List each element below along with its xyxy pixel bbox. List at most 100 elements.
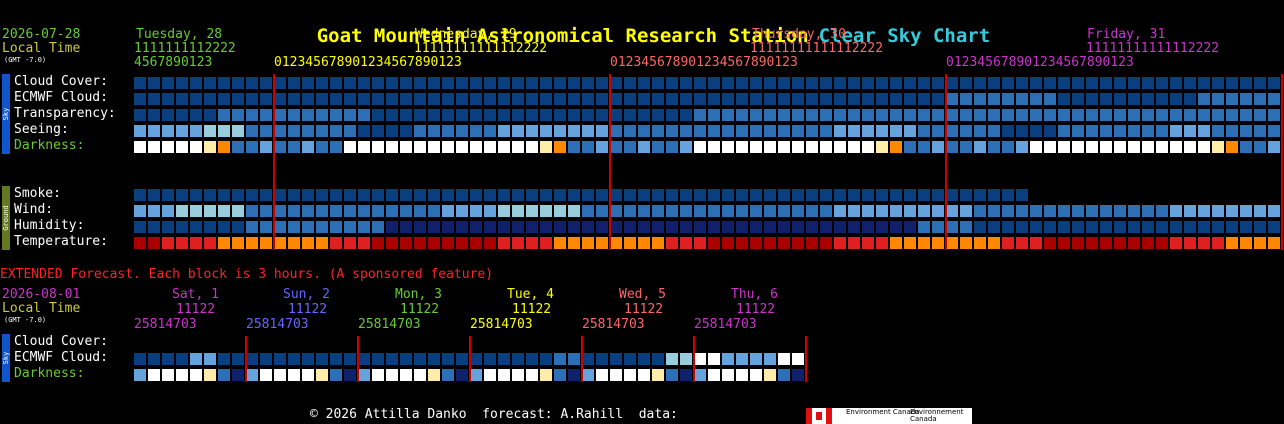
forecast-block bbox=[932, 141, 944, 153]
forecast-block bbox=[1058, 141, 1070, 153]
forecast-block bbox=[680, 221, 692, 233]
forecast-block bbox=[442, 141, 454, 153]
forecast-block bbox=[624, 221, 636, 233]
forecast-block bbox=[946, 109, 958, 121]
forecast-block bbox=[1184, 237, 1196, 249]
forecast-block bbox=[862, 221, 874, 233]
forecast-block bbox=[218, 77, 230, 89]
forecast-block bbox=[736, 109, 748, 121]
forecast-block bbox=[778, 205, 790, 217]
forecast-block bbox=[330, 77, 342, 89]
forecast-block bbox=[442, 109, 454, 121]
forecast-block bbox=[1086, 93, 1098, 105]
forecast-block bbox=[680, 93, 692, 105]
forecast-block bbox=[1198, 93, 1210, 105]
forecast-block bbox=[330, 205, 342, 217]
forecast-block bbox=[372, 221, 384, 233]
forecast-block bbox=[246, 221, 258, 233]
forecast-block bbox=[904, 237, 916, 249]
forecast-block bbox=[218, 189, 230, 201]
forecast-block bbox=[1198, 221, 1210, 233]
forecast-block bbox=[148, 205, 160, 217]
midnight-divider bbox=[609, 74, 611, 250]
forecast-block bbox=[540, 237, 552, 249]
forecast-block bbox=[960, 237, 972, 249]
forecast-block bbox=[232, 93, 244, 105]
ext-block bbox=[750, 353, 762, 365]
forecast-block bbox=[708, 77, 720, 89]
forecast-block bbox=[1254, 93, 1266, 105]
forecast-block bbox=[526, 221, 538, 233]
forecast-block bbox=[666, 189, 678, 201]
forecast-block bbox=[428, 221, 440, 233]
forecast-block bbox=[204, 93, 216, 105]
forecast-block bbox=[218, 221, 230, 233]
forecast-block bbox=[442, 221, 454, 233]
ext-darkness-block bbox=[694, 369, 706, 381]
forecast-block bbox=[792, 237, 804, 249]
forecast-block bbox=[442, 237, 454, 249]
forecast-block bbox=[932, 189, 944, 201]
forecast-block bbox=[722, 189, 734, 201]
forecast-block bbox=[638, 189, 650, 201]
ext-darkness-block bbox=[526, 369, 538, 381]
forecast-block bbox=[232, 237, 244, 249]
forecast-block bbox=[820, 189, 832, 201]
forecast-block bbox=[904, 93, 916, 105]
forecast-block bbox=[1128, 125, 1140, 137]
forecast-block bbox=[1212, 93, 1224, 105]
forecast-block bbox=[456, 221, 468, 233]
forecast-block bbox=[834, 93, 846, 105]
forecast-block bbox=[624, 237, 636, 249]
forecast-block bbox=[218, 93, 230, 105]
forecast-block bbox=[1170, 141, 1182, 153]
forecast-block bbox=[1254, 141, 1266, 153]
forecast-block bbox=[414, 189, 426, 201]
forecast-block bbox=[736, 93, 748, 105]
forecast-block bbox=[400, 221, 412, 233]
ext-block bbox=[792, 353, 804, 365]
forecast-block bbox=[400, 189, 412, 201]
forecast-block bbox=[946, 141, 958, 153]
ext-block bbox=[176, 353, 188, 365]
forecast-block bbox=[694, 93, 706, 105]
forecast-block bbox=[1086, 205, 1098, 217]
forecast-block bbox=[260, 141, 272, 153]
forecast-block bbox=[372, 93, 384, 105]
forecast-block bbox=[708, 205, 720, 217]
forecast-block bbox=[302, 141, 314, 153]
ext-darkness-block bbox=[722, 369, 734, 381]
forecast-block bbox=[988, 221, 1000, 233]
forecast-block bbox=[288, 109, 300, 121]
forecast-block bbox=[750, 77, 762, 89]
ext-darkness-block bbox=[708, 369, 720, 381]
forecast-block bbox=[778, 141, 790, 153]
forecast-block bbox=[904, 189, 916, 201]
forecast-block bbox=[358, 205, 370, 217]
forecast-block bbox=[414, 205, 426, 217]
forecast-block bbox=[148, 237, 160, 249]
forecast-block bbox=[890, 109, 902, 121]
forecast-block bbox=[666, 141, 678, 153]
forecast-block bbox=[498, 125, 510, 137]
ext-darkness-block bbox=[512, 369, 524, 381]
forecast-block bbox=[750, 221, 762, 233]
forecast-block bbox=[806, 237, 818, 249]
forecast-block bbox=[386, 109, 398, 121]
forecast-block bbox=[274, 205, 286, 217]
forecast-block bbox=[904, 221, 916, 233]
forecast-block bbox=[1142, 125, 1154, 137]
forecast-block bbox=[1226, 221, 1238, 233]
forecast-block bbox=[764, 77, 776, 89]
forecast-block bbox=[596, 205, 608, 217]
forecast-block bbox=[778, 237, 790, 249]
forecast-block bbox=[680, 77, 692, 89]
ext-darkness-block bbox=[624, 369, 636, 381]
forecast-block bbox=[190, 221, 202, 233]
forecast-block bbox=[344, 237, 356, 249]
forecast-block bbox=[848, 237, 860, 249]
forecast-block bbox=[568, 125, 580, 137]
ext-block bbox=[344, 353, 356, 365]
forecast-block bbox=[1212, 221, 1224, 233]
ext-block bbox=[778, 353, 790, 365]
